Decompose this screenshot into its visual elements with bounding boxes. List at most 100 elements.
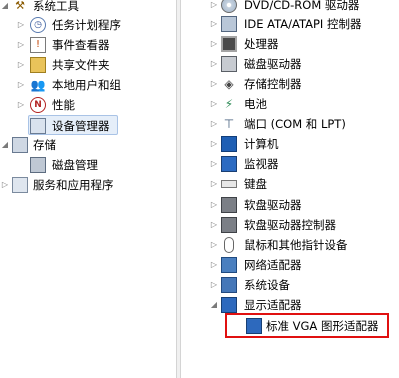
tree-item-device-manager[interactable]: 设备管理器	[28, 115, 118, 135]
tree-item-system-tools[interactable]: ◢ ⚒ 系统工具	[0, 0, 176, 16]
collapse-arrow-icon[interactable]: ◢	[0, 0, 10, 16]
expand-arrow-icon[interactable]: ▷	[16, 15, 26, 35]
device-category-monitors[interactable]: ▷ 监视器	[181, 154, 399, 174]
expand-arrow-icon[interactable]: ▷	[16, 35, 26, 55]
device-category-network-adapters[interactable]: ▷ 网络适配器	[181, 255, 399, 275]
expand-arrow-icon[interactable]: ▷	[209, 235, 219, 255]
expand-arrow-icon[interactable]: ▷	[16, 95, 26, 115]
tree-item-label: 键盘	[244, 177, 267, 191]
device-category-floppy-controllers[interactable]: ▷ 软盘驱动器控制器	[181, 215, 399, 235]
tree-item-label: 软盘驱动器	[244, 198, 302, 212]
services-icon	[12, 177, 28, 193]
tree-item-label: 存储	[33, 138, 56, 152]
tree-item-label: 端口 (COM 和 LPT)	[244, 117, 346, 131]
tree-item-label: 网络适配器	[244, 258, 302, 272]
tree-item-label: 设备管理器	[52, 119, 110, 133]
tree-item-label: 本地用户和组	[52, 78, 121, 92]
device-tree-pane[interactable]: ▷ DVD/CD-ROM 驱动器 ▷ IDE ATA/ATAPI 控制器 ▷ 处…	[181, 0, 399, 378]
expand-arrow-icon[interactable]: ▷	[209, 114, 219, 134]
device-category-processor[interactable]: ▷ 处理器	[181, 34, 399, 54]
processor-icon	[221, 36, 237, 52]
device-category-keyboards[interactable]: ▷ 键盘	[181, 174, 399, 194]
device-category-floppy-drives[interactable]: ▷ 软盘驱动器	[181, 195, 399, 215]
expand-arrow-icon[interactable]: ▷	[209, 14, 219, 34]
expand-arrow-icon[interactable]: ▷	[209, 34, 219, 54]
tree-item-disk-management[interactable]: 磁盘管理	[0, 155, 176, 175]
tools-icon: ⚒	[15, 0, 25, 12]
device-category-ports[interactable]: ▷ ⊤ 端口 (COM 和 LPT)	[181, 114, 399, 134]
tree-item-label: 存储控制器	[244, 77, 302, 91]
storage-icon	[12, 137, 28, 153]
device-category-ide[interactable]: ▷ IDE ATA/ATAPI 控制器	[181, 14, 399, 34]
tree-item-storage[interactable]: ◢ 存储	[0, 135, 176, 155]
system-device-icon	[221, 277, 237, 293]
port-icon: ⊤	[223, 117, 235, 131]
tree-item-local-users-groups[interactable]: ▷ 👥 本地用户和组	[0, 75, 176, 95]
expand-arrow-icon[interactable]: ▷	[16, 75, 26, 95]
clock-icon: ◷	[30, 17, 46, 33]
tree-item-performance[interactable]: ▷ N 性能	[0, 95, 176, 115]
tree-item-label: 事件查看器	[52, 38, 110, 52]
floppy-icon	[221, 197, 237, 213]
shared-folder-icon	[30, 57, 46, 73]
expand-arrow-icon[interactable]: ▷	[209, 255, 219, 275]
keyboard-icon	[221, 180, 237, 188]
expand-arrow-icon[interactable]: ▷	[209, 174, 219, 194]
display-adapter-icon	[221, 297, 237, 313]
expand-arrow-icon[interactable]: ▷	[209, 54, 219, 74]
device-category-battery[interactable]: ▷ ⚡ 电池	[181, 94, 399, 114]
tree-item-label: IDE ATA/ATAPI 控制器	[244, 17, 362, 31]
collapse-arrow-icon[interactable]: ◢	[209, 295, 219, 315]
disk-drive-icon	[221, 56, 237, 72]
expand-arrow-icon[interactable]: ▷	[209, 195, 219, 215]
tree-item-label: 磁盘管理	[52, 158, 98, 172]
device-category-storage-controllers[interactable]: ▷ ◈ 存储控制器	[181, 74, 399, 94]
monitor-icon	[221, 156, 237, 172]
expand-arrow-icon[interactable]: ▷	[209, 94, 219, 114]
users-icon: 👥	[30, 78, 46, 92]
tree-item-label: 显示适配器	[244, 298, 302, 312]
expand-arrow-icon[interactable]: ▷	[209, 154, 219, 174]
tree-item-label: 共享文件夹	[52, 58, 110, 72]
tree-item-task-scheduler[interactable]: ▷ ◷ 任务计划程序	[0, 15, 176, 35]
expand-arrow-icon[interactable]: ▷	[209, 74, 219, 94]
tree-item-label: 软盘驱动器控制器	[244, 218, 336, 232]
event-viewer-icon: !	[30, 37, 46, 53]
console-tree-pane[interactable]: ◢ ⚒ 系统工具 ▷ ◷ 任务计划程序 ▷ ! 事件查看器 ▷ 共享文件夹 ▷ …	[0, 0, 176, 378]
storage-controller-icon: ◈	[224, 77, 234, 91]
expand-arrow-icon[interactable]: ▷	[209, 275, 219, 295]
device-category-computer[interactable]: ▷ 计算机	[181, 134, 399, 154]
tree-item-label: 系统工具	[33, 0, 79, 13]
tree-item-label: 任务计划程序	[52, 18, 121, 32]
expand-arrow-icon[interactable]: ▷	[209, 134, 219, 154]
tree-item-label: 服务和应用程序	[33, 178, 114, 192]
disk-management-icon	[30, 157, 46, 173]
dvd-icon	[221, 0, 237, 13]
computer-icon	[221, 136, 237, 152]
device-category-system-devices[interactable]: ▷ 系统设备	[181, 275, 399, 295]
tree-item-label: 监视器	[244, 157, 279, 171]
expand-arrow-icon[interactable]: ▷	[209, 0, 219, 15]
tree-item-label: 性能	[52, 98, 75, 112]
network-adapter-icon	[221, 257, 237, 273]
device-category-dvd[interactable]: ▷ DVD/CD-ROM 驱动器	[181, 0, 399, 15]
tree-item-shared-folders[interactable]: ▷ 共享文件夹	[0, 55, 176, 75]
collapse-arrow-icon[interactable]: ◢	[0, 135, 10, 155]
tree-item-label: 电池	[244, 97, 267, 111]
performance-icon: N	[30, 97, 46, 113]
tree-item-event-viewer[interactable]: ▷ ! 事件查看器	[0, 35, 176, 55]
tree-item-label: 鼠标和其他指针设备	[244, 238, 348, 252]
device-category-mice[interactable]: ▷ 鼠标和其他指针设备	[181, 235, 399, 255]
device-category-disk-drives[interactable]: ▷ 磁盘驱动器	[181, 54, 399, 74]
mouse-icon	[224, 237, 234, 253]
expand-arrow-icon[interactable]: ▷	[16, 55, 26, 75]
tree-item-label: 系统设备	[244, 278, 290, 292]
expand-arrow-icon[interactable]: ▷	[0, 175, 10, 195]
tree-item-label: 计算机	[244, 137, 279, 151]
device-category-display-adapters[interactable]: ◢ 显示适配器	[181, 295, 399, 315]
expand-arrow-icon[interactable]: ▷	[209, 215, 219, 235]
tree-item-label: DVD/CD-ROM 驱动器	[244, 0, 360, 12]
battery-icon: ⚡	[224, 97, 234, 111]
tree-item-services-applications[interactable]: ▷ 服务和应用程序	[0, 175, 176, 195]
highlight-box	[225, 313, 389, 338]
